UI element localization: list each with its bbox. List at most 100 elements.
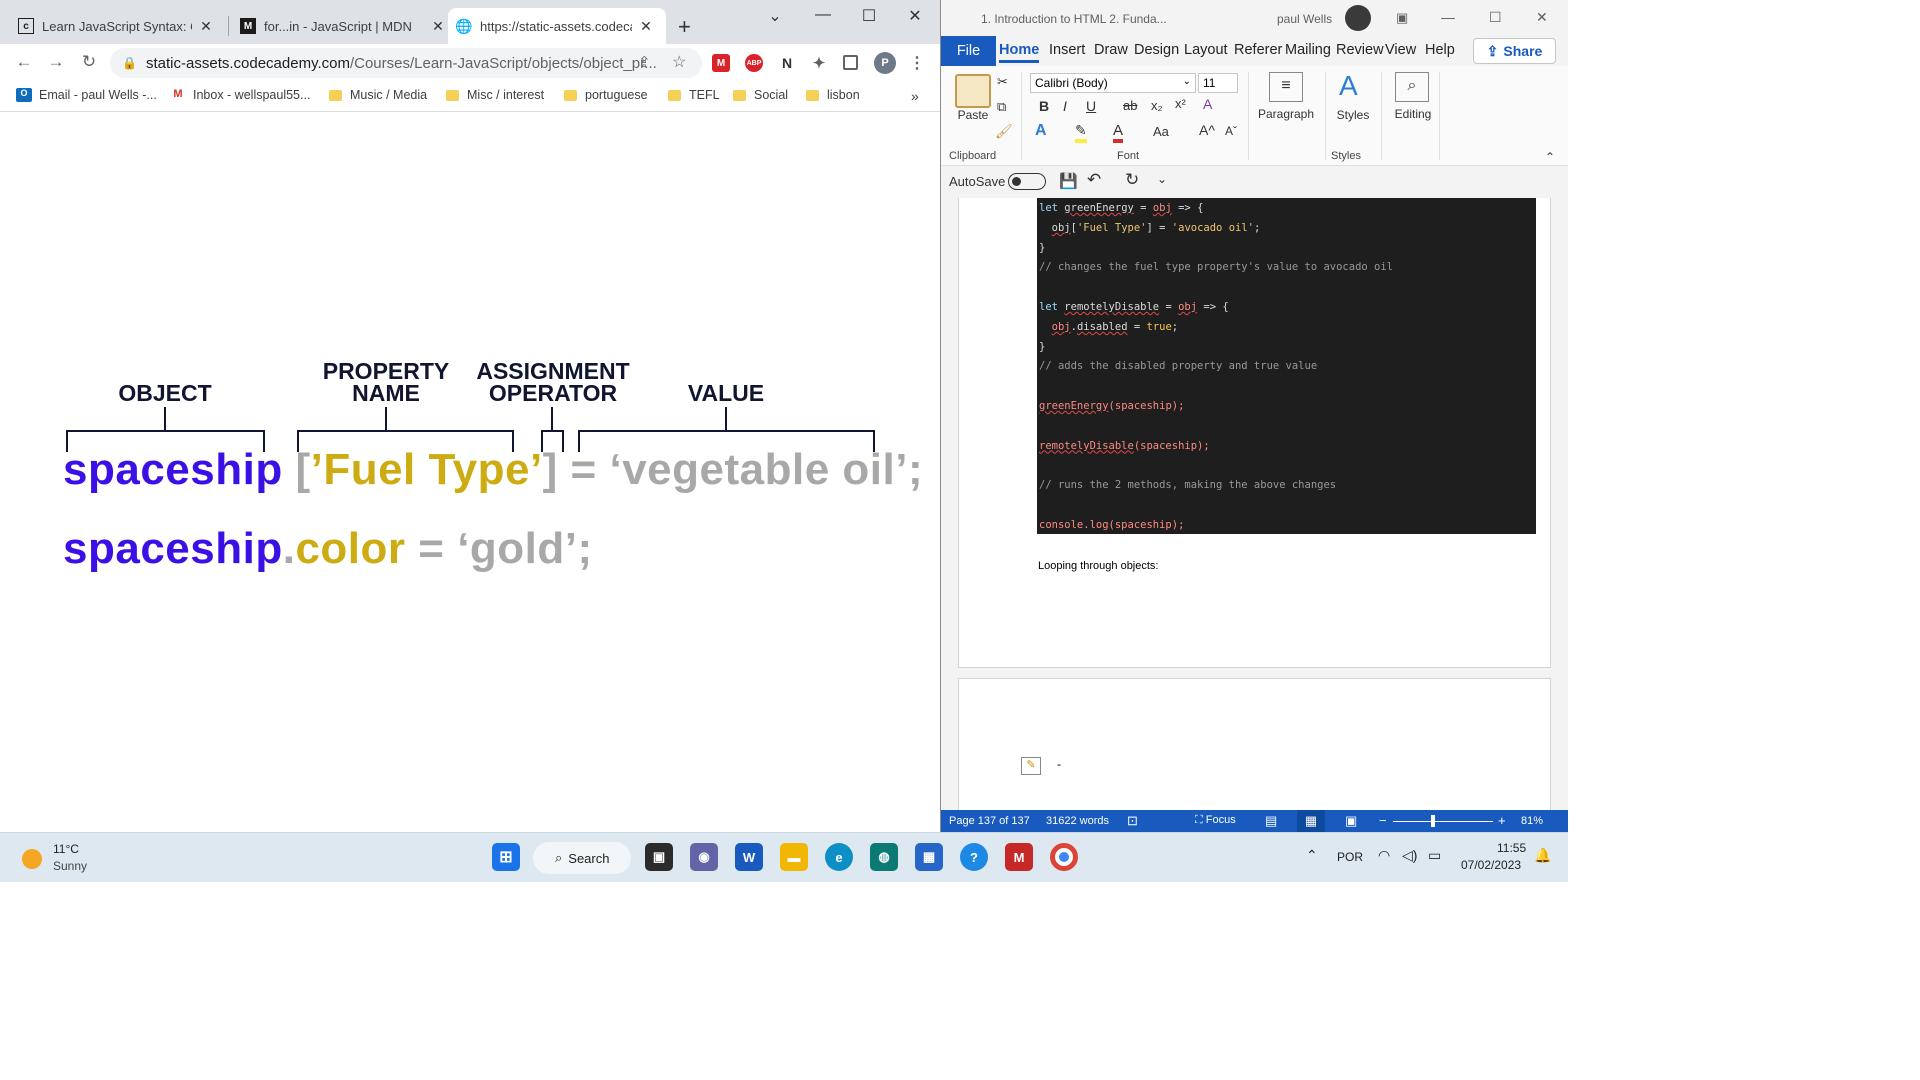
bookmark-email[interactable]: O Email - paul Wells -...	[16, 88, 157, 102]
highlight-icon[interactable]: ✎	[1075, 122, 1087, 143]
italic-icon[interactable]: I	[1063, 98, 1067, 114]
side-panel-icon[interactable]	[843, 55, 858, 70]
bookmark-star-icon[interactable]: ☆	[672, 52, 686, 72]
word-app-icon[interactable]: W	[735, 843, 763, 871]
paste-button[interactable]: Paste	[955, 108, 991, 122]
superscript-icon[interactable]: x²	[1175, 96, 1186, 111]
tab-static-assets[interactable]: 🌐 https://static-assets.codecad ✕	[448, 8, 666, 44]
ribbon-display-icon[interactable]: ▣	[1396, 10, 1408, 26]
change-case-icon[interactable]: Aa	[1153, 124, 1169, 139]
chevron-up-icon[interactable]: ⌃	[1306, 847, 1318, 864]
focus-mode[interactable]: ⛶ Focus	[1195, 814, 1236, 827]
input-language[interactable]: POR	[1337, 850, 1363, 864]
tab-references[interactable]: Referer	[1234, 42, 1282, 58]
microsoft-store-icon[interactable]: ▦	[915, 843, 943, 871]
font-name-select[interactable]: Calibri (Body) ⌄	[1030, 73, 1196, 93]
share-icon[interactable]: ⇪	[638, 53, 651, 71]
bookmark-folder-social[interactable]: Social	[733, 88, 788, 102]
paste-options-icon[interactable]: ✎	[1021, 757, 1041, 775]
sun-icon[interactable]	[22, 849, 42, 869]
close-window-button[interactable]: ✕	[900, 6, 930, 26]
grow-font-icon[interactable]: A^	[1199, 122, 1215, 138]
chrome-icon[interactable]	[1050, 843, 1078, 871]
zoom-slider[interactable]	[1393, 821, 1493, 822]
tab-mdn[interactable]: M for...in - JavaScript | MDN ✕	[232, 8, 454, 44]
body-paragraph[interactable]: Looping through objects:	[1038, 560, 1158, 572]
close-window-button[interactable]: ✕	[1536, 9, 1548, 26]
undo-icon[interactable]: ↶	[1087, 170, 1101, 190]
maximize-button[interactable]: ☐	[1489, 9, 1502, 26]
redo-icon[interactable]: ↻	[1125, 170, 1139, 190]
task-view-icon[interactable]: ▣	[645, 843, 673, 871]
back-icon[interactable]: ←	[12, 52, 36, 72]
bookmark-folder-music[interactable]: Music / Media	[329, 88, 427, 102]
proofing-icon[interactable]: ⊡	[1127, 813, 1138, 829]
tab-help[interactable]: Help	[1425, 42, 1455, 58]
zoom-level[interactable]: 81%	[1521, 815, 1543, 827]
save-icon[interactable]: 💾	[1059, 172, 1078, 190]
editing-button[interactable]: Editing	[1385, 107, 1441, 121]
underline-icon[interactable]: U	[1086, 98, 1096, 114]
close-tab-icon[interactable]: ✕	[430, 18, 446, 35]
bookmark-folder-misc[interactable]: Misc / interest	[446, 88, 544, 102]
close-tab-icon[interactable]: ✕	[638, 18, 654, 35]
wifi-icon[interactable]: ◠	[1378, 847, 1390, 864]
page-count[interactable]: Page 137 of 137	[949, 815, 1030, 827]
share-button[interactable]: ⇪ Share	[1473, 38, 1556, 64]
zoom-out-icon[interactable]: −	[1379, 813, 1387, 828]
menu-kebab-icon[interactable]: ⋮	[908, 54, 926, 72]
zoom-slider-thumb[interactable]	[1431, 815, 1435, 827]
new-tab-button[interactable]: +	[678, 14, 691, 40]
cut-icon[interactable]: ✂	[997, 74, 1008, 90]
tab-layout[interactable]: Layout	[1184, 42, 1228, 58]
user-avatar[interactable]	[1345, 5, 1371, 31]
file-explorer-icon[interactable]: ▬	[780, 843, 808, 871]
volume-icon[interactable]: ◁)	[1402, 847, 1417, 864]
document-page-next[interactable]: ✎ -	[958, 678, 1551, 828]
windows-start-icon[interactable]: ⊞	[492, 843, 520, 871]
styles-button[interactable]: Styles	[1329, 108, 1377, 122]
app-icon[interactable]: ◍	[870, 843, 898, 871]
adblock-plus-icon[interactable]: ABP	[745, 54, 763, 72]
customize-qat-icon[interactable]: ⌄	[1157, 172, 1167, 186]
clear-formatting-icon[interactable]: A	[1203, 96, 1212, 112]
clock-date[interactable]: 07/02/2023	[1461, 858, 1521, 872]
forward-icon[interactable]: →	[44, 52, 68, 72]
notifications-icon[interactable]: 🔔	[1534, 847, 1551, 864]
bookmark-folder-tefl[interactable]: TEFL	[668, 88, 720, 102]
clock-time[interactable]: 11:55	[1497, 841, 1526, 855]
subscript-icon[interactable]: x₂	[1151, 98, 1163, 113]
bookmarks-overflow-button[interactable]: »	[911, 88, 919, 104]
zoom-in-icon[interactable]: +	[1498, 813, 1506, 828]
maximize-button[interactable]: ☐	[854, 6, 884, 26]
tab-insert[interactable]: Insert	[1049, 42, 1085, 58]
strikethrough-icon[interactable]: ab	[1123, 98, 1137, 113]
mendeley-extension-icon[interactable]: M	[712, 54, 730, 72]
weather-temp[interactable]: 11°C	[53, 842, 79, 856]
document-page[interactable]: let greenEnergy = obj => { obj['Fuel Typ…	[958, 198, 1551, 668]
tab-review[interactable]: Review	[1336, 42, 1384, 58]
tab-draw[interactable]: Draw	[1094, 42, 1128, 58]
print-layout-icon[interactable]: ▦	[1297, 810, 1325, 832]
code-block[interactable]: let greenEnergy = obj => { obj['Fuel Typ…	[1037, 198, 1536, 534]
text-effects-icon[interactable]: A	[1035, 122, 1047, 140]
battery-icon[interactable]: ▭	[1428, 847, 1441, 864]
mcafee-icon[interactable]: M	[1005, 843, 1033, 871]
copy-icon[interactable]: ⧉	[997, 99, 1006, 115]
read-mode-icon[interactable]: ▤	[1265, 813, 1277, 829]
readwise-extension-icon[interactable]: N	[778, 54, 796, 72]
address-bar[interactable]: 🔒 static-assets.codecademy.com/Courses/L…	[110, 48, 702, 78]
edge-icon[interactable]: e	[825, 843, 853, 871]
close-tab-icon[interactable]: ✕	[198, 18, 214, 35]
weather-desc[interactable]: Sunny	[53, 859, 87, 873]
search-box[interactable]: ⌕ Search	[533, 842, 631, 874]
collapse-ribbon-icon[interactable]: ⌃	[1545, 150, 1555, 164]
profile-avatar[interactable]: P	[874, 52, 896, 74]
paragraph-button[interactable]: Paragraph	[1255, 107, 1317, 121]
tab-codecademy[interactable]: c Learn JavaScript Syntax: Obje ✕	[10, 8, 222, 44]
word-count[interactable]: 31622 words	[1046, 815, 1109, 827]
minimize-button[interactable]: —	[1441, 9, 1455, 25]
help-icon[interactable]: ?	[960, 843, 988, 871]
bookmark-folder-lisbon[interactable]: lisbon	[806, 88, 860, 102]
font-color-icon[interactable]: A	[1113, 122, 1124, 143]
